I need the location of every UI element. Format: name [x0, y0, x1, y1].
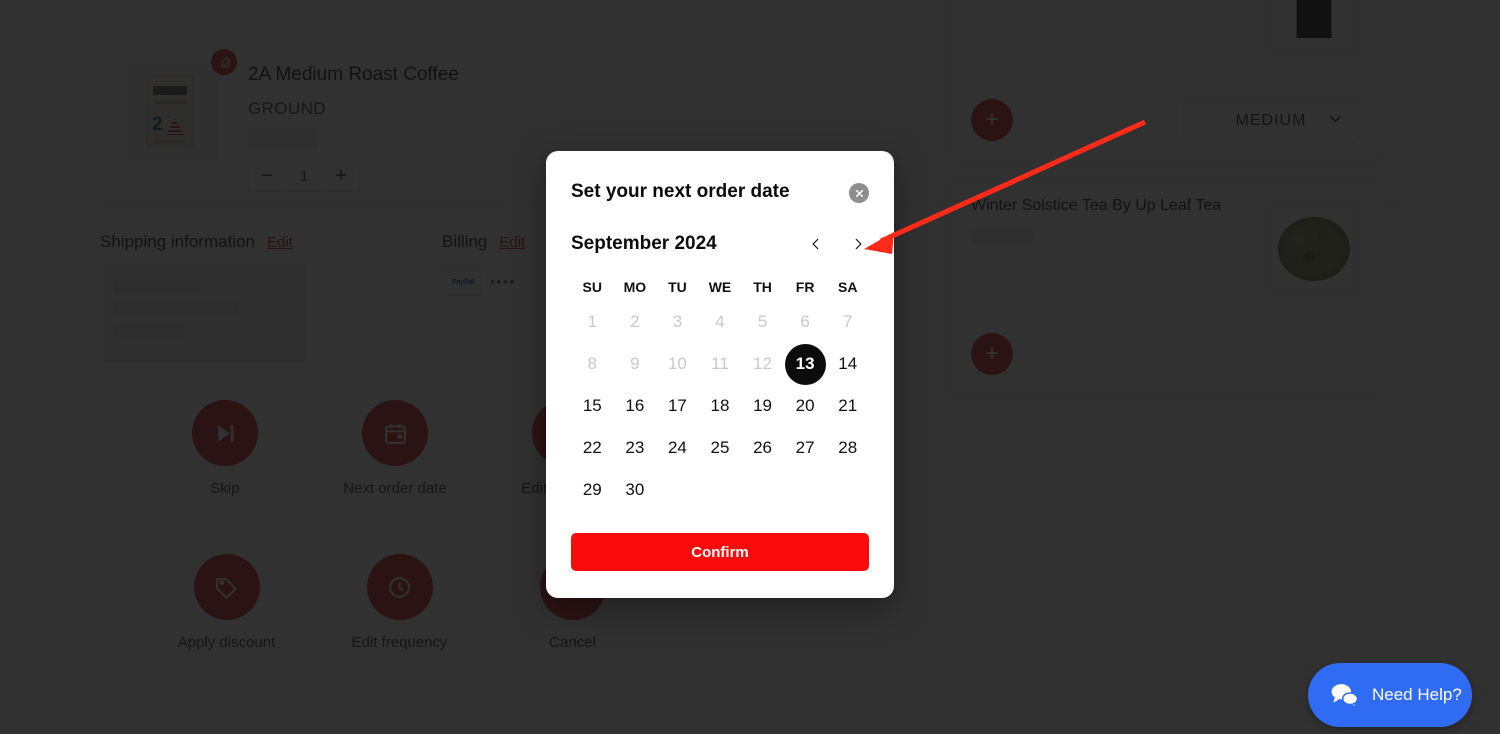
calendar-day-number: 20 [795, 396, 815, 415]
calendar-day: 4 [699, 301, 742, 343]
calendar-day: 12 [741, 343, 784, 385]
next-month-button[interactable] [847, 231, 869, 257]
next-order-date-modal: Set your next order date September 2024 [546, 151, 894, 598]
calendar-day-selected[interactable]: 13 [784, 343, 827, 385]
calendar-day[interactable]: 14 [826, 343, 869, 385]
close-icon [855, 189, 863, 197]
calendar-day-number: 22 [582, 438, 602, 457]
calendar-day[interactable]: 23 [614, 427, 657, 469]
calendar-day: 7 [826, 301, 869, 343]
calendar-weekday: WE [708, 279, 732, 295]
calendar-day[interactable]: 29 [571, 469, 614, 511]
calendar-day-number: 10 [667, 354, 687, 373]
calendar-day-number: 12 [753, 354, 773, 373]
need-help-label: Need Help? [1372, 685, 1462, 704]
calendar-day-number: 19 [753, 396, 773, 415]
modal-title: Set your next order date [571, 181, 790, 202]
close-button[interactable] [849, 183, 869, 203]
calendar-day: 9 [614, 343, 657, 385]
calendar-day[interactable]: 26 [741, 427, 784, 469]
calendar-day[interactable]: 19 [741, 385, 784, 427]
calendar-weekday: TU [668, 279, 687, 295]
calendar-day: 1 [571, 301, 614, 343]
chevron-right-icon [855, 238, 862, 250]
calendar-day: 10 [656, 343, 699, 385]
need-help-chat-button[interactable]: Need Help? [1308, 663, 1472, 727]
calendar-weekday: TH [753, 279, 772, 295]
calendar-weekday: SU [582, 279, 602, 295]
calendar-day[interactable]: 25 [699, 427, 742, 469]
calendar-day-number: 6 [800, 312, 810, 331]
calendar-day: 5 [741, 301, 784, 343]
calendar-day-number: 30 [625, 480, 645, 499]
calendar-weekday: MO [623, 279, 647, 295]
calendar-weekday: SA [837, 279, 858, 295]
calendar-day[interactable]: 27 [784, 427, 827, 469]
calendar-day-number: 3 [672, 312, 683, 331]
calendar-day: 3 [656, 301, 699, 343]
calendar-day-number: 14 [838, 354, 858, 373]
calendar-day-number: 23 [625, 438, 645, 457]
calendar-day-number: 26 [753, 438, 773, 457]
calendar-day-number: 17 [667, 396, 687, 415]
calendar-day[interactable]: 22 [571, 427, 614, 469]
calendar-day[interactable]: 16 [614, 385, 657, 427]
calendar-day-number: 27 [795, 438, 815, 457]
calendar-day-number: 2 [630, 312, 640, 331]
calendar-day-number: 15 [582, 396, 602, 415]
calendar-day[interactable]: 17 [656, 385, 699, 427]
calendar-day-number: 25 [710, 438, 730, 457]
calendar-day: 8 [571, 343, 614, 385]
calendar-day: 2 [614, 301, 657, 343]
calendar-day-number: 11 [711, 354, 729, 373]
calendar-day-number: 21 [838, 396, 858, 415]
confirm-button[interactable]: Confirm [571, 533, 869, 571]
calendar-day[interactable]: 30 [614, 469, 657, 511]
calendar-day: 11 [699, 343, 742, 385]
calendar-day-number: 24 [667, 438, 687, 457]
calendar-weekday: FR [795, 279, 815, 295]
calendar-day[interactable]: 21 [826, 385, 869, 427]
previous-month-button[interactable] [805, 231, 827, 257]
calendar-day-number: 16 [625, 396, 645, 415]
calendar-day-number: 29 [582, 480, 602, 499]
calendar-day-number: 28 [838, 438, 858, 457]
calendar-day-number: 4 [715, 312, 725, 331]
calendar-day-number: 9 [630, 354, 640, 373]
calendar-day[interactable]: 18 [699, 385, 742, 427]
modal-header: Set your next order date [571, 151, 869, 203]
calendar-day-number: 5 [757, 312, 768, 331]
calendar-day[interactable]: 24 [656, 427, 699, 469]
screen: 2 2A Medium Roast Coffee GROUND [0, 0, 1500, 734]
calendar-day: 6 [784, 301, 827, 343]
calendar-header: September 2024 [571, 231, 869, 257]
chat-bubbles-icon [1331, 684, 1359, 708]
calendar-day-number: 7 [842, 312, 853, 331]
calendar-day-number: 13 [795, 354, 815, 373]
calendar-day-number: 18 [710, 396, 730, 415]
calendar-day[interactable]: 15 [571, 385, 614, 427]
calendar-day[interactable]: 28 [826, 427, 869, 469]
calendar-month-label: September 2024 [571, 233, 717, 254]
chevron-left-icon [812, 238, 819, 250]
calendar-grid: SU MO TU WE TH FR SA 1 2 3 4 5 6 7 8 9 10 11 12 13 14 15 16 17 1… [571, 273, 869, 511]
calendar-day[interactable]: 20 [784, 385, 827, 427]
calendar-day-number: 1 [587, 312, 598, 331]
calendar-nav [805, 231, 869, 257]
calendar-day-number: 8 [587, 354, 598, 373]
